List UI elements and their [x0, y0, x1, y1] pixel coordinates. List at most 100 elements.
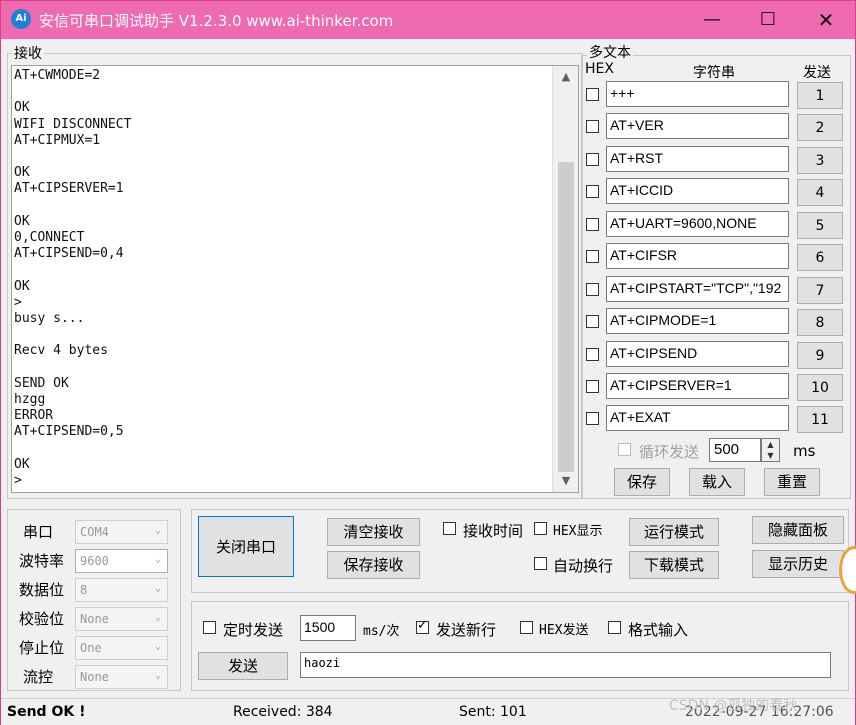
receive-time-checkbox[interactable]	[443, 522, 456, 535]
multi-text-input[interactable]: AT+VER	[606, 113, 789, 139]
stopbits-label: 停止位	[19, 639, 65, 657]
hex-display-checkbox[interactable]	[534, 522, 547, 535]
save-multi-button[interactable]: 保存	[614, 468, 670, 496]
receive-scrollbar[interactable]: ▲ ▼	[552, 66, 578, 492]
flow-label: 流控	[23, 668, 54, 686]
loop-send-checkbox[interactable]	[618, 443, 631, 456]
load-multi-button[interactable]: 载入	[689, 468, 745, 496]
interval-unit-label: ms/次	[363, 624, 400, 639]
multi-hex-checkbox[interactable]	[586, 88, 599, 101]
close-port-button[interactable]: 关闭串口	[198, 516, 294, 577]
multi-send-button[interactable]: 10	[797, 374, 843, 401]
loop-interval-input[interactable]: 500	[709, 438, 761, 462]
baud-value: 9600	[80, 554, 109, 568]
multi-hex-checkbox[interactable]	[586, 153, 599, 166]
spin-down-icon[interactable]: ▼	[762, 450, 779, 461]
multi-send-button[interactable]: 3	[797, 147, 843, 174]
minimize-button[interactable]: —	[689, 1, 735, 39]
baud-select[interactable]: 9600 ⌄	[75, 549, 168, 573]
multi-hex-checkbox[interactable]	[586, 250, 599, 263]
send-interval-input[interactable]: 1500	[300, 615, 356, 641]
send-newline-checkbox[interactable]	[416, 618, 429, 634]
chevron-down-icon: ⌄	[154, 641, 161, 652]
multi-hex-checkbox[interactable]	[586, 412, 599, 425]
parity-select[interactable]: None ⌄	[75, 607, 168, 631]
hide-panel-button[interactable]: 隐藏面板	[752, 516, 844, 544]
scroll-up-icon[interactable]: ▲	[553, 66, 579, 88]
multi-send-button[interactable]: 8	[797, 309, 843, 336]
multi-send-button[interactable]: 4	[797, 179, 843, 206]
multi-text-input[interactable]: AT+UART=9600,NONE	[606, 211, 789, 237]
multi-text-input[interactable]: +++	[606, 81, 789, 107]
window-title: 安信可串口调试助手 V1.2.3.0 www.ai-thinker.com	[39, 12, 394, 30]
multi-send-button[interactable]: 5	[797, 212, 843, 239]
scroll-down-icon[interactable]: ▼	[553, 470, 579, 492]
hex-send-checkbox[interactable]	[520, 621, 533, 634]
multi-text-input[interactable]: AT+CIFSR	[606, 243, 789, 269]
parity-value: None	[80, 612, 109, 626]
flow-select[interactable]: None ⌄	[75, 665, 168, 689]
multi-text-input[interactable]: AT+CIPSEND	[606, 341, 789, 367]
timed-send-label: 定时发送	[223, 621, 284, 639]
app-logo-icon: Ai	[11, 9, 31, 29]
spin-up-icon[interactable]: ▲	[762, 439, 779, 450]
port-select[interactable]: COM4 ⌄	[75, 520, 168, 544]
format-input-checkbox[interactable]	[608, 621, 621, 634]
port-label: 串口	[23, 523, 54, 541]
flow-value: None	[80, 670, 109, 684]
receive-label: 接收	[12, 43, 44, 63]
multi-hex-checkbox[interactable]	[586, 283, 599, 296]
multi-text-input[interactable]: AT+CIPMODE=1	[606, 308, 789, 334]
stopbits-value: One	[80, 641, 102, 655]
send-column-header: 发送	[803, 65, 831, 81]
maximize-button[interactable]: ☐	[745, 1, 791, 39]
multi-send-button[interactable]: 7	[797, 277, 843, 304]
save-receive-button[interactable]: 保存接收	[327, 551, 420, 579]
multi-hex-checkbox[interactable]	[586, 120, 599, 133]
sent-count: Sent: 101	[459, 704, 527, 720]
databits-select[interactable]: 8 ⌄	[75, 578, 168, 602]
hex-display-label: HEX显示	[553, 524, 603, 539]
send-newline-label: 发送新行	[436, 621, 497, 639]
multi-send-button[interactable]: 1	[797, 82, 843, 109]
watermark: CSDN @孤独的春秋	[669, 698, 798, 714]
app-window: Ai 安信可串口调试助手 V1.2.3.0 www.ai-thinker.com…	[0, 0, 856, 725]
show-history-button[interactable]: 显示历史	[752, 550, 844, 578]
multi-hex-checkbox[interactable]	[586, 315, 599, 328]
timed-send-checkbox[interactable]	[203, 621, 216, 634]
multi-hex-checkbox[interactable]	[586, 185, 599, 198]
string-column-header: 字符串	[693, 65, 735, 81]
hex-column-header: HEX	[585, 61, 614, 77]
scroll-thumb[interactable]	[558, 162, 574, 472]
send-text-input[interactable]: haozi	[300, 652, 831, 678]
receive-text: AT+CWMODE=2 OK WIFI DISCONNECT AT+CIPMUX…	[14, 68, 132, 489]
loop-interval-spinner[interactable]: ▲ ▼	[761, 438, 780, 462]
parity-label: 校验位	[19, 610, 65, 628]
reset-multi-button[interactable]: 重置	[764, 468, 820, 496]
receive-textarea[interactable]: AT+CWMODE=2 OK WIFI DISCONNECT AT+CIPMUX…	[11, 65, 579, 493]
stopbits-select[interactable]: One ⌄	[75, 636, 168, 660]
clear-receive-button[interactable]: 清空接收	[327, 518, 420, 546]
multi-text-input[interactable]: AT+RST	[606, 146, 789, 172]
multi-send-button[interactable]: 6	[797, 244, 843, 271]
multi-send-button[interactable]: 9	[797, 342, 843, 369]
multi-text-input[interactable]: AT+ICCID	[606, 178, 789, 204]
title-bar: Ai 安信可串口调试助手 V1.2.3.0 www.ai-thinker.com…	[1, 1, 855, 39]
multi-text-input[interactable]: AT+CIPSERVER=1	[606, 373, 789, 399]
send-button[interactable]: 发送	[198, 652, 288, 680]
run-mode-button[interactable]: 运行模式	[629, 518, 719, 546]
chevron-down-icon: ⌄	[154, 554, 161, 565]
multi-send-button[interactable]: 2	[797, 114, 843, 141]
close-button[interactable]: ✕	[803, 1, 849, 39]
auto-wrap-checkbox[interactable]	[534, 557, 547, 570]
download-mode-button[interactable]: 下载模式	[629, 551, 719, 579]
multi-hex-checkbox[interactable]	[586, 218, 599, 231]
receive-time-label: 接收时间	[463, 522, 524, 540]
multi-text-input[interactable]: AT+CIPSTART="TCP","192	[606, 276, 789, 302]
loop-ms-unit: ms	[793, 442, 816, 460]
multi-text-input[interactable]: AT+EXAT	[606, 405, 789, 431]
baud-label: 波特率	[19, 552, 65, 570]
multi-send-button[interactable]: 11	[797, 406, 843, 433]
multi-hex-checkbox[interactable]	[586, 380, 599, 393]
multi-hex-checkbox[interactable]	[586, 348, 599, 361]
